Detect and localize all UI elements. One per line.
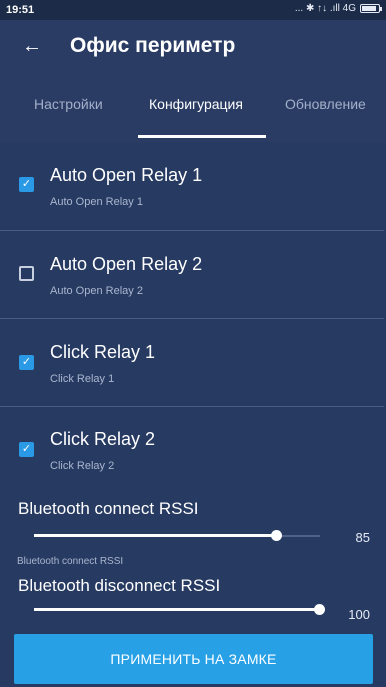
- check-icon: ✓: [21, 178, 32, 190]
- status-bar: 19:51 ... ✱ ↑↓ .ıll 4G: [0, 0, 386, 20]
- active-tab-indicator: [138, 135, 266, 138]
- check-icon: ✓: [21, 443, 32, 455]
- status-icons: ... ✱ ↑↓ .ıll 4G: [294, 3, 382, 14]
- setting-subtitle: Click Relay 1: [50, 373, 115, 385]
- page-title: Офис периметр: [70, 34, 236, 57]
- rssi-connect-value: 85: [355, 530, 370, 545]
- tab-bar: Настройки Конфигурация Обновление: [0, 72, 386, 142]
- tab-settings[interactable]: Настройки: [34, 96, 103, 112]
- setting-subtitle: Auto Open Relay 1: [50, 196, 143, 208]
- rssi-disconnect-title: Bluetooth disconnect RSSI: [18, 576, 221, 595]
- checkbox-auto-open-relay-1[interactable]: ✓: [19, 177, 34, 192]
- setting-title: Click Relay 1: [50, 342, 156, 362]
- slider-thumb[interactable]: [314, 604, 325, 615]
- slider-thumb[interactable]: [271, 530, 283, 541]
- setting-title: Auto Open Relay 1: [50, 165, 203, 185]
- rssi-connect-slider[interactable]: [34, 526, 320, 546]
- battery-icon: [360, 4, 382, 13]
- status-time: 19:51: [6, 4, 35, 16]
- checkbox-click-relay-1[interactable]: ✓: [19, 355, 34, 370]
- setting-click-relay-2[interactable]: ✓ Click Relay 2 Click Relay 2: [0, 406, 386, 494]
- slider-fill: [34, 608, 320, 611]
- setting-click-relay-1[interactable]: ✓ Click Relay 1 Click Relay 1: [0, 319, 386, 407]
- setting-title: Click Relay 2: [50, 429, 156, 449]
- rssi-disconnect-value: 100: [348, 607, 370, 622]
- tab-update[interactable]: Обновление: [285, 96, 366, 112]
- rssi-connect-title: Bluetooth connect RSSI: [18, 499, 199, 518]
- setting-auto-open-relay-1[interactable]: ✓ Auto Open Relay 1 Auto Open Relay 1: [0, 142, 386, 230]
- check-icon: ✓: [21, 356, 32, 368]
- setting-subtitle: Auto Open Relay 2: [50, 285, 143, 297]
- checkbox-auto-open-relay-2[interactable]: ✓: [19, 266, 34, 281]
- app-bar: ← Офис периметр: [0, 20, 386, 72]
- setting-title: Auto Open Relay 2: [50, 254, 203, 274]
- rssi-disconnect-slider[interactable]: [34, 600, 325, 620]
- apply-on-lock-button[interactable]: ПРИМЕНИТЬ НА ЗАМКЕ: [14, 634, 373, 684]
- arrow-left-icon[interactable]: ←: [22, 32, 42, 60]
- setting-auto-open-relay-2[interactable]: ✓ Auto Open Relay 2 Auto Open Relay 2: [0, 231, 386, 319]
- signal-icons: ... ✱ ↑↓ .ıll 4G: [294, 3, 356, 14]
- slider-fill: [34, 534, 278, 537]
- setting-subtitle: Click Relay 2: [50, 460, 115, 472]
- battery-level: [362, 6, 377, 11]
- tab-configuration[interactable]: Конфигурация: [149, 96, 243, 112]
- checkbox-click-relay-2[interactable]: ✓: [19, 442, 34, 457]
- rssi-connect-caption: Bluetooth connect RSSI: [17, 556, 124, 567]
